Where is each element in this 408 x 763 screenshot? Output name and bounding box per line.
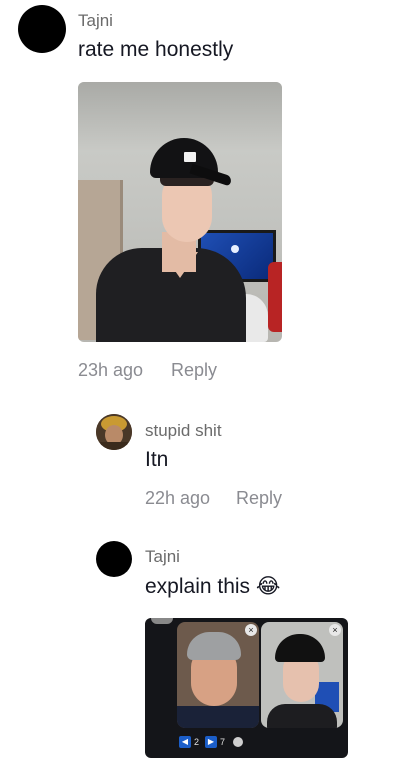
avatar[interactable] <box>96 414 132 450</box>
left-arrow-icon: ◀ <box>179 736 191 748</box>
cap-logo <box>184 152 196 162</box>
comment-text: explain this 😂 <box>145 575 281 598</box>
comment-timestamp: 22h ago <box>145 488 211 508</box>
close-icon: × <box>245 624 257 636</box>
avatar-icon <box>151 618 173 624</box>
right-count: 7 <box>220 737 226 747</box>
reply-button[interactable]: Reply <box>171 360 217 381</box>
avatar[interactable] <box>96 541 132 577</box>
avatar-image <box>96 414 132 450</box>
embedded-shirt <box>177 706 259 728</box>
comment-photo[interactable] <box>78 82 282 342</box>
close-icon: × <box>329 624 341 636</box>
embedded-shirt <box>267 704 337 728</box>
left-count: 2 <box>194 737 200 747</box>
comment-text: Itn <box>145 448 169 471</box>
comment-photo[interactable]: × × ◀ 2 ▶ 7 <box>145 618 348 758</box>
comment-username[interactable]: stupid shit <box>145 421 222 441</box>
comment-username[interactable]: Tajni <box>145 547 180 567</box>
settings-icon <box>233 737 243 747</box>
embedded-beanie <box>187 632 241 660</box>
photo-chair <box>268 262 282 332</box>
photo-vneck <box>162 252 198 278</box>
embedded-cap <box>275 634 325 662</box>
embedded-left-card <box>177 622 259 728</box>
right-arrow-icon: ▶ <box>205 736 217 748</box>
comment-username[interactable]: Tajni <box>78 11 113 31</box>
comment-timestamp: 23h ago <box>78 360 144 380</box>
embedded-right-card <box>261 622 343 728</box>
avatar[interactable] <box>18 5 66 53</box>
reply-button[interactable]: Reply <box>236 488 282 509</box>
comment-text: rate me honestly <box>78 38 234 61</box>
